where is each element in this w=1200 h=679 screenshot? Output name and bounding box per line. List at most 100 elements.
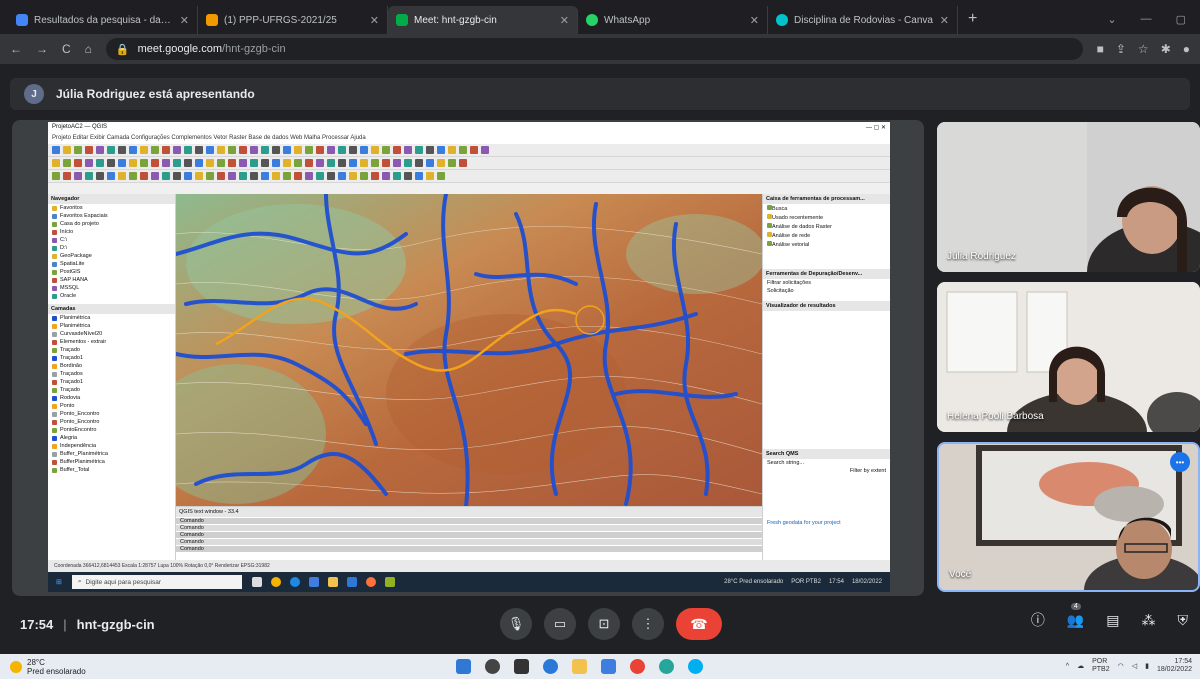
browser-item[interactable]: PostGIS [48,268,175,276]
layer-item[interactable]: Traçados [48,370,175,378]
toolbar-tool-icon[interactable] [448,146,456,154]
layer-item[interactable]: BufferPlanimétrica [48,458,175,466]
activities-button[interactable]: ⁂ [1142,612,1156,629]
browser-item[interactable]: Casa do projeto [48,220,175,228]
toolbar-tool-icon[interactable] [360,146,368,154]
toolbar-tool-icon[interactable] [316,172,324,180]
toolbar-tool-icon[interactable] [250,146,258,154]
toolbar-tool-icon[interactable] [63,172,71,180]
toolbar-tool-icon[interactable] [404,159,412,167]
search-icon[interactable] [485,659,500,674]
close-tab-icon[interactable]: ✕ [180,14,189,27]
layer-item[interactable]: PontoEncontro [48,426,175,434]
toolbar-tool-icon[interactable] [415,146,423,154]
toolbar-tool-icon[interactable] [426,159,434,167]
toolbar-tool-icon[interactable] [74,172,82,180]
layer-item[interactable]: Rodovia [48,394,175,402]
profile-avatar-icon[interactable]: ● [1183,42,1190,56]
meeting-details-button[interactable]: ⓘ [1031,610,1045,630]
processing-item[interactable]: Busca [763,204,890,213]
layer-item[interactable]: Alegria [48,434,175,442]
processing-item[interactable]: Usado recentemente [763,213,890,222]
people-button[interactable]: 👥 4 [1067,602,1084,629]
toolbar-tool-icon[interactable] [437,146,445,154]
toolbar-tool-icon[interactable] [338,146,346,154]
app-icon[interactable] [659,659,674,674]
toolbar-tool-icon[interactable] [382,159,390,167]
toolbar-tool-icon[interactable] [52,146,60,154]
toolbar-tool-icon[interactable] [349,159,357,167]
toolbar-tool-icon[interactable] [393,159,401,167]
toolbar-tool-icon[interactable] [74,159,82,167]
host-controls-button[interactable]: ⛨ [1178,612,1189,629]
chrome-icon[interactable] [630,659,645,674]
toolbar-tool-icon[interactable] [96,172,104,180]
toolbar-tool-icon[interactable] [195,146,203,154]
toolbar-tool-icon[interactable] [250,159,258,167]
toolbar-tool-icon[interactable] [305,146,313,154]
layer-item[interactable]: Traçado [48,346,175,354]
toolbar-tool-icon[interactable] [382,146,390,154]
toolbar-tool-icon[interactable] [360,172,368,180]
toolbar-tool-icon[interactable] [239,172,247,180]
toolbar-tool-icon[interactable] [162,172,170,180]
browser-tab[interactable]: (1) PPP-UFRGS-2021/25 ✕ [198,6,388,34]
toolbar-tool-icon[interactable] [228,159,236,167]
toolbar-tool-icon[interactable] [63,146,71,154]
toolbar-tool-icon[interactable] [85,159,93,167]
toolbar-tool-icon[interactable] [272,172,280,180]
toolbar-tool-icon[interactable] [107,159,115,167]
layer-item[interactable]: CurvasdeNível20 [48,330,175,338]
toolbar-tool-icon[interactable] [481,146,489,154]
layer-item[interactable]: Bordinão [48,362,175,370]
toolbar-tool-icon[interactable] [217,159,225,167]
clock[interactable]: 17:54 18/02/2022 [1157,658,1192,674]
camera-icon[interactable]: ■ [1097,42,1104,56]
file-explorer-icon[interactable] [572,659,587,674]
toolbar-tool-icon[interactable] [129,146,137,154]
toolbar-tool-icon[interactable] [173,146,181,154]
toolbar-tool-icon[interactable] [239,146,247,154]
microphone-button[interactable]: 🎙 [500,608,532,640]
present-button[interactable]: ⊡ [588,608,620,640]
toolbar-tool-icon[interactable] [294,159,302,167]
layer-item[interactable]: Independência [48,442,175,450]
new-tab-button[interactable]: + [958,10,987,34]
toolbar-tool-icon[interactable] [327,159,335,167]
toolbar-tool-icon[interactable] [415,172,423,180]
maximize-icon[interactable]: ▢ [1176,13,1186,26]
toolbar-tool-icon[interactable] [393,146,401,154]
layer-item[interactable]: Planimétrica [48,322,175,330]
processing-item[interactable]: Análise de dados Raster [763,222,890,231]
close-tab-icon[interactable]: ✕ [560,14,569,27]
toolbar-tool-icon[interactable] [206,146,214,154]
end-call-button[interactable]: ☎ [676,608,722,640]
toolbar-tool-icon[interactable] [437,159,445,167]
toolbar-tool-icon[interactable] [129,159,137,167]
browser-item[interactable]: Favoritos Espaciais [48,212,175,220]
minimize-icon[interactable]: — [1141,13,1152,26]
browser-item[interactable]: Oracle [48,292,175,300]
toolbar-tool-icon[interactable] [228,146,236,154]
toolbar-tool-icon[interactable] [371,172,379,180]
toolbar-tool-icon[interactable] [338,172,346,180]
toolbar-tool-icon[interactable] [107,146,115,154]
task-view-icon[interactable] [514,659,529,674]
toolbar-tool-icon[interactable] [305,159,313,167]
toolbar-tool-icon[interactable] [360,159,368,167]
browser-item[interactable]: SpatiaLite [48,260,175,268]
home-icon[interactable]: ⌂ [85,42,92,56]
toolbar-tool-icon[interactable] [74,146,82,154]
close-tab-icon[interactable]: ✕ [370,14,379,27]
toolbar-tool-icon[interactable] [151,146,159,154]
show-hidden-icons[interactable]: ^ [1066,663,1069,670]
toolbar-tool-icon[interactable] [470,146,478,154]
browser-item[interactable]: GeoPackage [48,252,175,260]
processing-item[interactable]: Análise vetorial [763,240,890,249]
layer-item[interactable]: Traçado1 [48,354,175,362]
toolbar-tool-icon[interactable] [272,146,280,154]
layer-item[interactable]: Ponto [48,402,175,410]
toolbar-tool-icon[interactable] [437,172,445,180]
browser-tab-active[interactable]: Meet: hnt-gzgb-cin ✕ [388,6,578,34]
toolbar-tool-icon[interactable] [162,146,170,154]
